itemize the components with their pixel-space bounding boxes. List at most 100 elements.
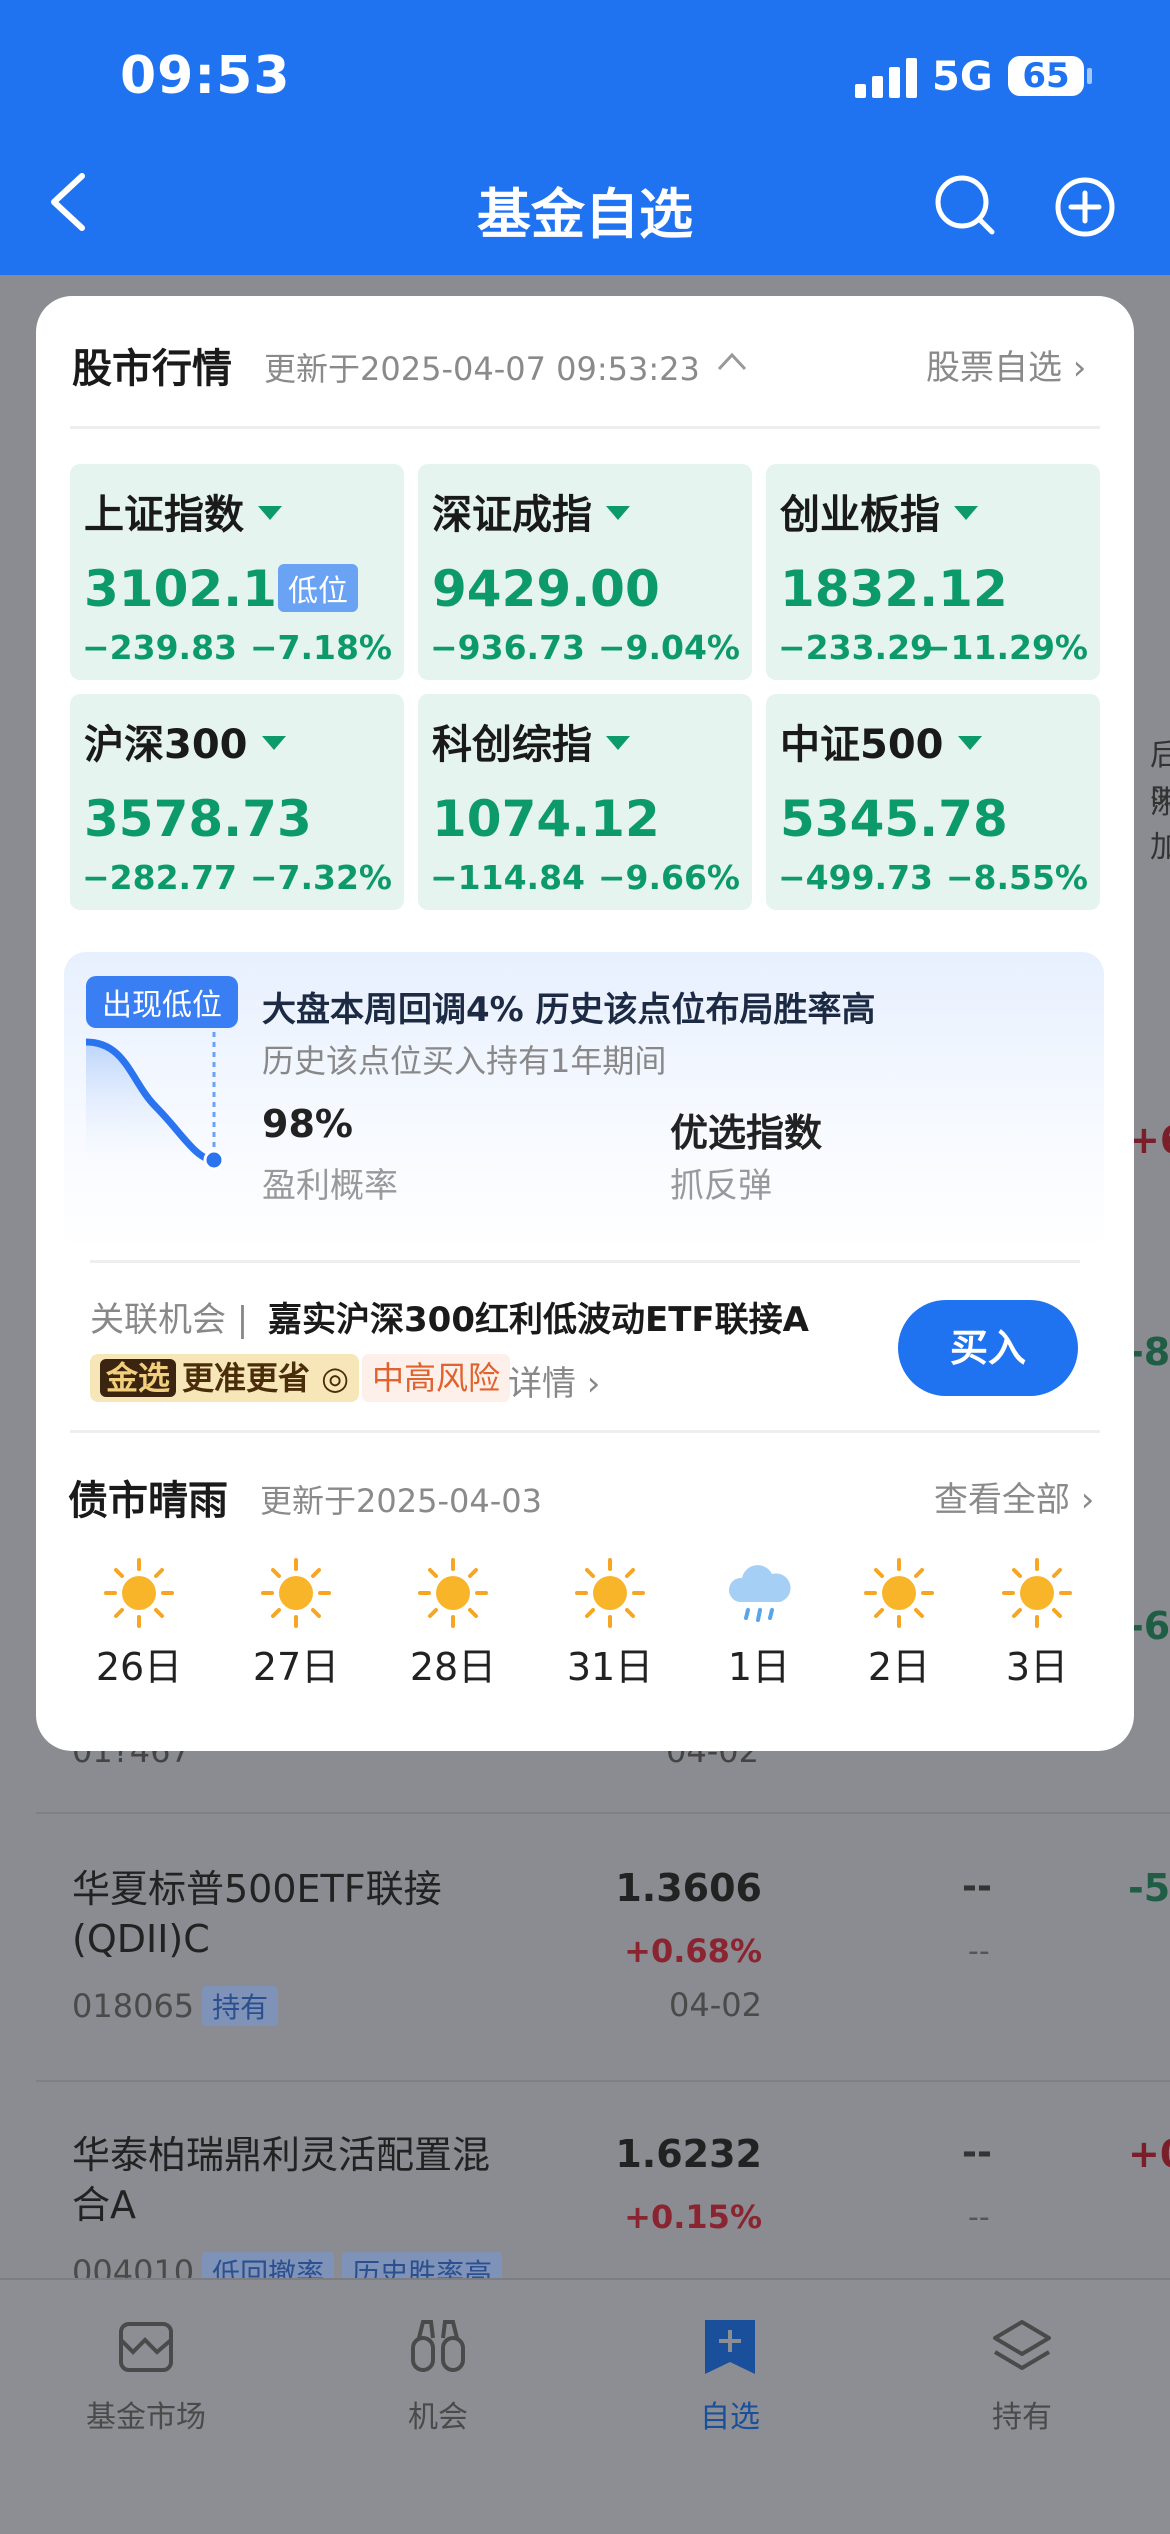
risk-level-badge: 中高风险	[362, 1354, 511, 1402]
promo-title: 大盘本周回调4% 历史该点位布局胜率高	[262, 990, 876, 1030]
add-circle-icon[interactable]	[1054, 176, 1116, 238]
bookmark-plus-icon	[705, 2320, 755, 2374]
fund-col2-sub: --	[968, 1934, 990, 1969]
divider	[90, 1260, 1080, 1263]
index-percent: −11.29%	[922, 628, 1088, 667]
index-change: −239.83	[82, 628, 237, 667]
network-type: 5G	[932, 54, 993, 100]
caret-down-icon	[258, 506, 282, 520]
layers-icon	[993, 2320, 1051, 2370]
tab-label: 持有	[992, 2400, 1052, 2435]
partial-change: -6	[1128, 1604, 1170, 1648]
index-percent: −9.66%	[597, 858, 740, 897]
sun-icon	[104, 1558, 174, 1628]
fund-change: +0.15%	[624, 2198, 762, 2236]
index-card-chinext[interactable]: 创业板指 1832.12 −233.29 −11.29%	[766, 464, 1100, 680]
related-fund-name[interactable]: 嘉实沪深300红利低波动ETF联接A	[268, 1292, 809, 1341]
sun-icon	[575, 1558, 645, 1628]
index-name: 科创综指	[432, 722, 592, 768]
index-percent: −9.04%	[597, 628, 740, 667]
separator: |	[226, 1300, 249, 1340]
caret-down-icon	[957, 736, 982, 750]
index-card-star-composite[interactable]: 科创综指 1074.12 −114.84 −9.66%	[418, 694, 752, 910]
bond-day-label[interactable]: 2日	[839, 1636, 959, 1691]
index-name: 创业板指	[780, 492, 940, 538]
tab-label: 机会	[408, 2400, 468, 2435]
bond-day-label[interactable]: 3日	[977, 1636, 1097, 1691]
index-name: 深证成指	[432, 492, 592, 538]
fund-change: +0.68%	[624, 1932, 762, 1970]
status-time: 09:53	[120, 46, 291, 106]
fund-name: (QDII)C	[72, 1917, 210, 1961]
fund-col2: --	[962, 1866, 992, 1907]
view-all-link[interactable]: 查看全部 ›	[934, 1472, 1094, 1521]
tab-holdings[interactable]: 持有	[892, 2316, 1152, 2436]
divider	[70, 426, 1100, 429]
index-percent: −7.18%	[249, 628, 392, 667]
low-level-badge: 低位	[278, 564, 358, 612]
detail-link[interactable]: 详情 ›	[508, 1356, 600, 1405]
index-value: 9429.00	[432, 560, 660, 618]
gold-select-text: 更准更省	[182, 1359, 311, 1397]
chevron-up-icon[interactable]	[716, 350, 748, 372]
fund-col2-sub: --	[968, 2200, 990, 2235]
bond-day-label[interactable]: 1日	[699, 1636, 819, 1691]
chevron-right-icon: ›	[1062, 348, 1087, 388]
low-level-promo[interactable]: 出现低位 大盘本周回调4% 历史该点位布局胜率高 历史该点位买入持有1年期间 9…	[64, 952, 1104, 1252]
fund-nav: 1.3606	[615, 1866, 762, 1910]
target-icon: ◎	[310, 1359, 350, 1397]
tab-fund-market[interactable]: 基金市场	[16, 2316, 276, 2436]
signal-icon	[855, 58, 917, 98]
fund-date: 04-02	[669, 1986, 762, 2024]
market-popup-card: 股市行情 更新于2025-04-07 09:53:23 股票自选 › 上证指数 …	[36, 296, 1134, 1751]
search-icon[interactable]	[932, 172, 998, 238]
bond-day-label[interactable]: 31日	[550, 1636, 670, 1691]
holding-tag: 持有	[202, 1986, 279, 2026]
index-card-csi500[interactable]: 中证500 5345.78 −499.73 −8.55%	[766, 694, 1100, 910]
fund-code-line: 018065 持有	[72, 1986, 279, 2026]
fund-code: 018065	[72, 1987, 195, 2025]
tab-watchlist[interactable]: 自选	[600, 2316, 860, 2436]
rain-cloud-icon	[728, 1565, 791, 1622]
sun-icon	[418, 1558, 488, 1628]
tab-label: 自选	[700, 2400, 760, 2435]
profit-probability-label: 盈利概率	[262, 1166, 398, 1206]
index-percent: −8.55%	[945, 858, 1088, 897]
index-change: −282.77	[82, 858, 237, 897]
bond-title: 债市晴雨	[68, 1478, 228, 1524]
fund-nav: 1.6232	[615, 2132, 762, 2176]
divider	[36, 2080, 1170, 2082]
partial-text: 添加	[1150, 786, 1170, 865]
index-name: 沪深300	[84, 722, 248, 768]
chevron-right-icon: ›	[576, 1364, 601, 1404]
bond-day-label[interactable]: 28日	[393, 1636, 513, 1691]
index-change: −233.29	[778, 628, 933, 667]
low-level-badge: 出现低位	[86, 976, 238, 1028]
index-card-shanghai[interactable]: 上证指数 3102.18 低位 −239.83 −7.18%	[70, 464, 404, 680]
buy-button[interactable]: 买入	[898, 1300, 1078, 1396]
index-value: 5345.78	[780, 790, 1008, 848]
related-label-text: 关联机会	[90, 1300, 226, 1340]
preferred-index-label: 抓反弹	[670, 1166, 772, 1206]
caret-down-icon	[606, 736, 630, 750]
tab-opportunity[interactable]: 机会	[308, 2316, 568, 2436]
index-value: 1074.12	[432, 790, 660, 848]
fund-name: 合A	[72, 2183, 136, 2227]
link-label: 股票自选	[926, 348, 1062, 388]
chevron-right-icon: ›	[1070, 1480, 1095, 1520]
caret-down-icon	[606, 506, 630, 520]
index-card-shenzhen[interactable]: 深证成指 9429.00 −936.73 −9.04%	[418, 464, 752, 680]
bond-day-label[interactable]: 27日	[236, 1636, 356, 1691]
bond-updated: 更新于2025-04-03	[260, 1482, 542, 1520]
bond-day-label[interactable]: 26日	[79, 1636, 199, 1691]
market-title: 股市行情	[72, 346, 232, 392]
partial-change: +6	[1128, 1118, 1170, 1162]
index-value: 1832.12	[780, 560, 1008, 618]
index-card-csi300[interactable]: 沪深300 3578.73 −282.77 −7.32%	[70, 694, 404, 910]
promo-subtitle: 历史该点位买入持有1年期间	[262, 1042, 667, 1080]
index-value: 3578.73	[84, 790, 312, 848]
partial-change: -8	[1128, 1330, 1170, 1374]
fund-name: 华夏标普500ETF联接	[72, 1867, 442, 1911]
gold-select-badge: 金选 更准更省 ◎	[90, 1354, 360, 1402]
stock-watchlist-link[interactable]: 股票自选 ›	[926, 340, 1086, 389]
